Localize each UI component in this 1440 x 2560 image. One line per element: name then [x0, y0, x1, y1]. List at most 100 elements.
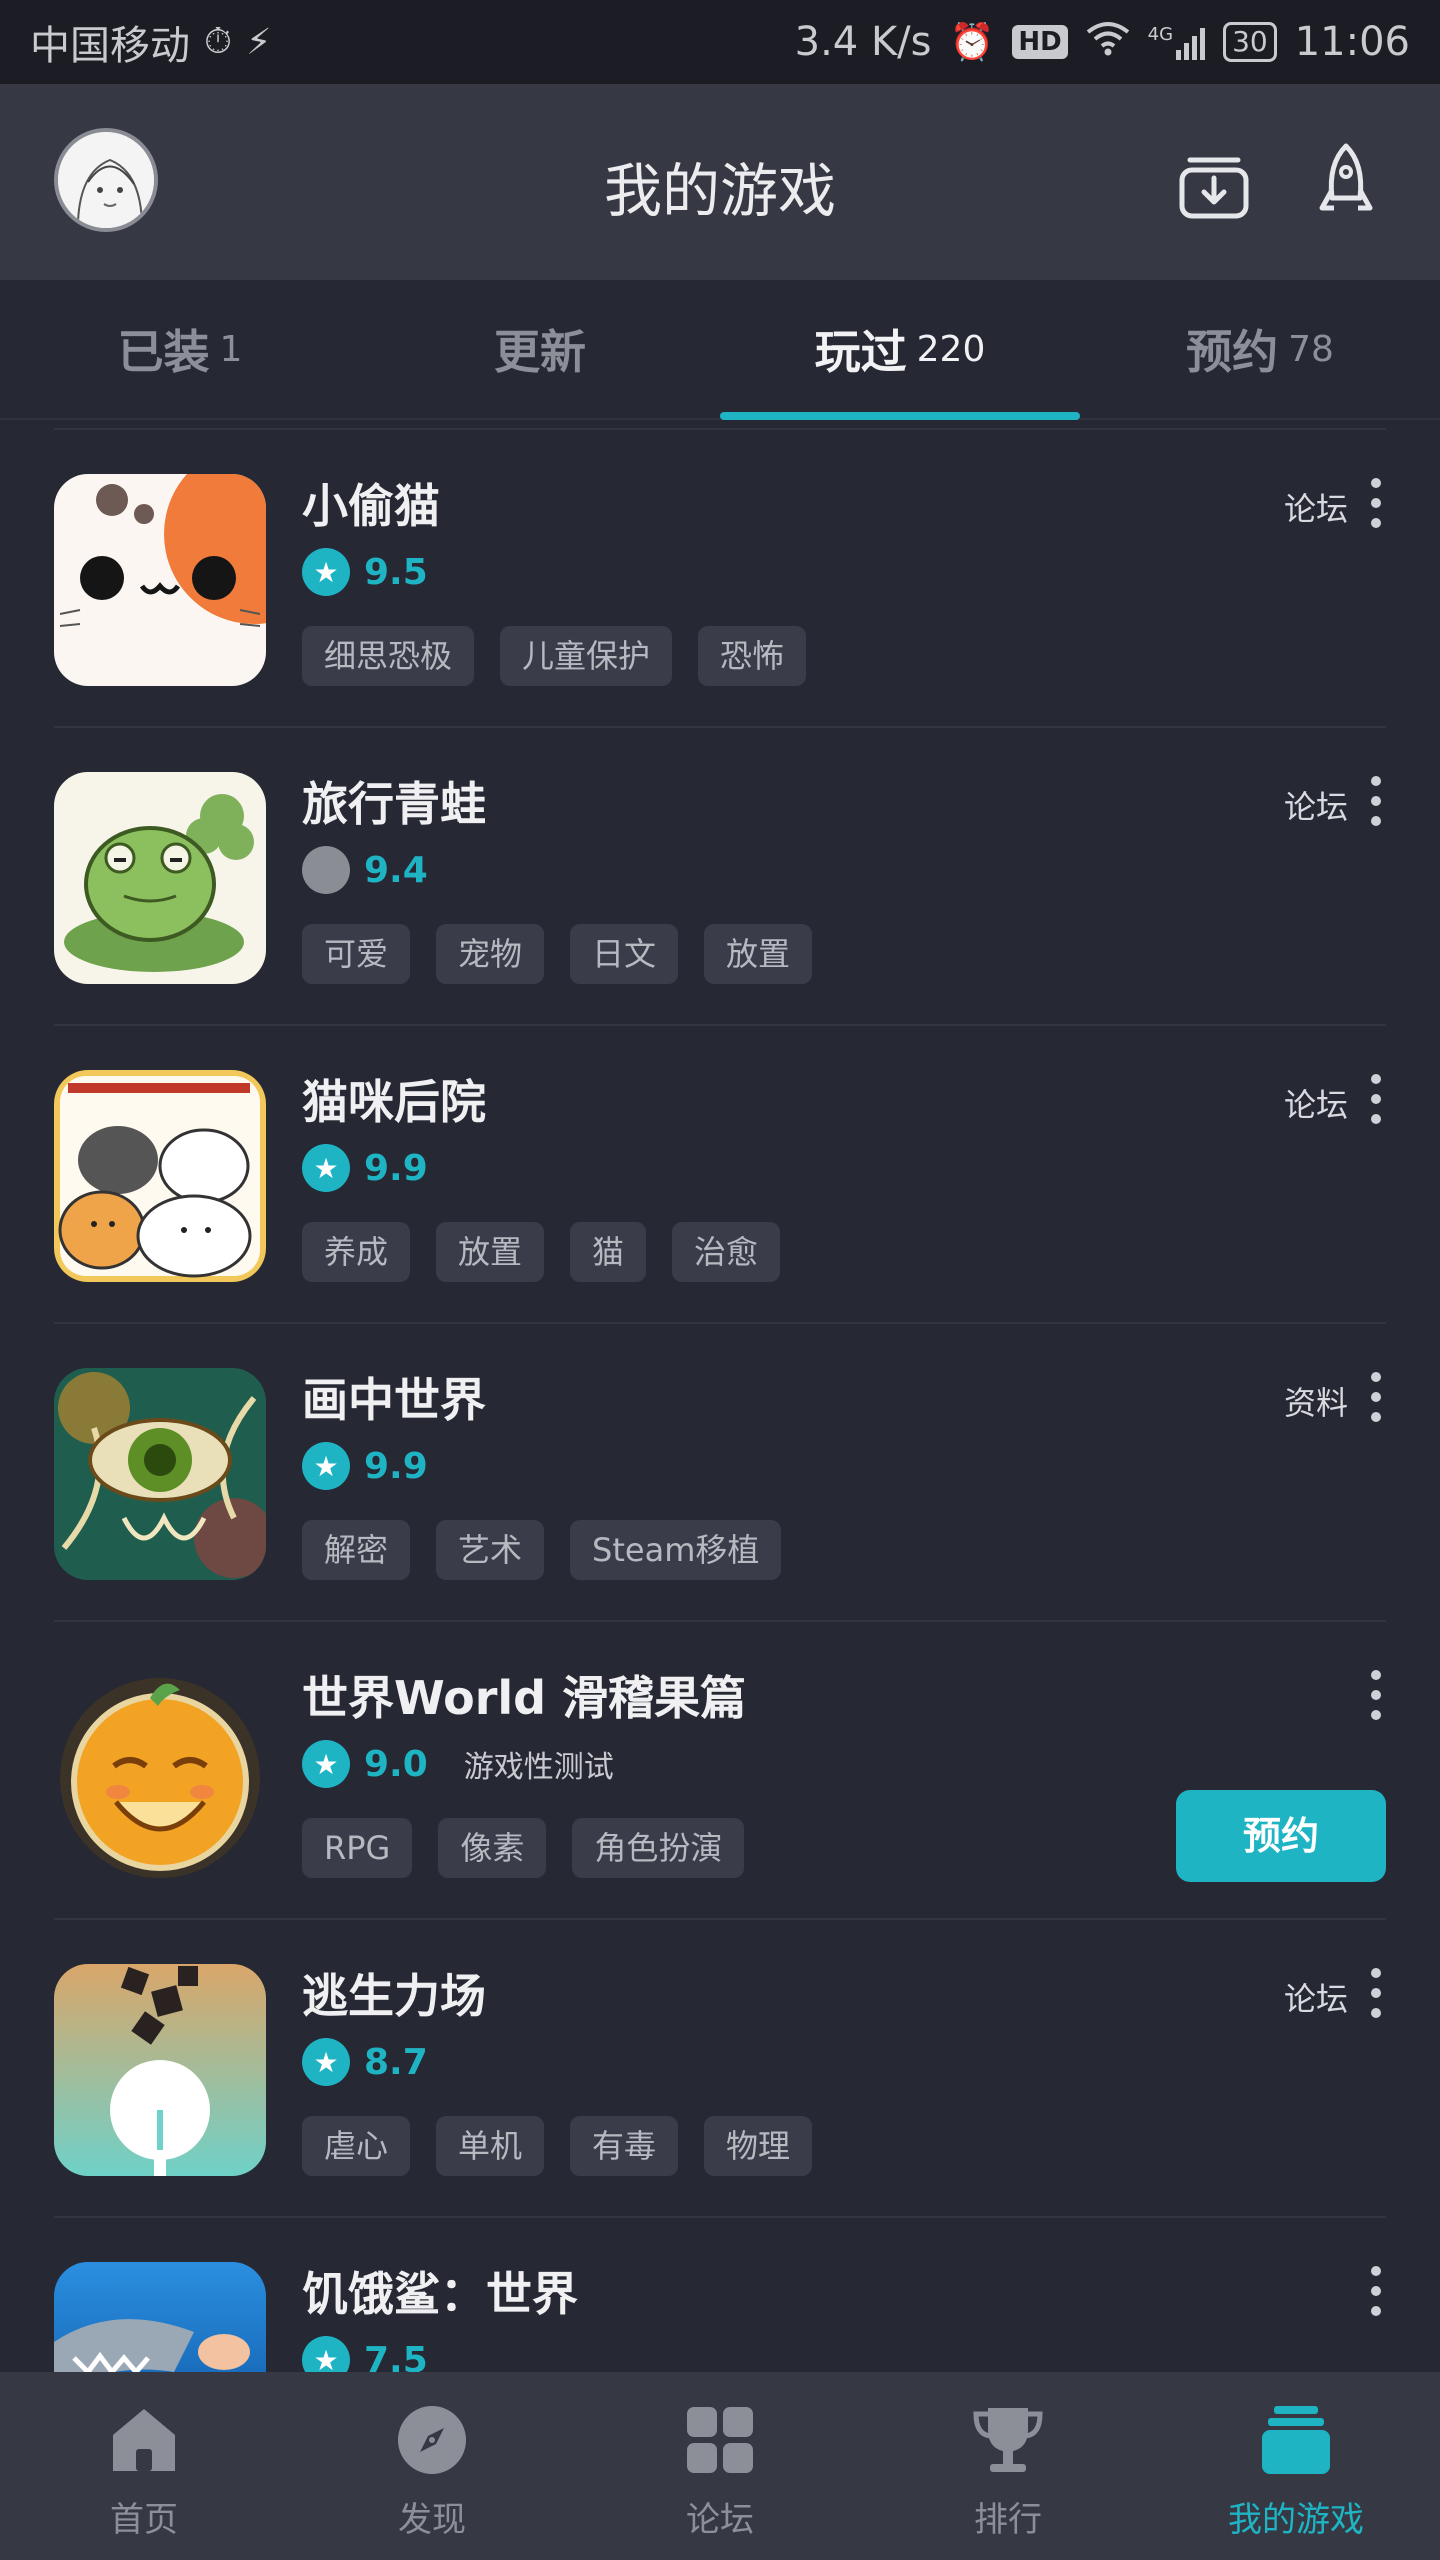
rocket-icon[interactable] — [1298, 136, 1394, 232]
star-icon: ★ — [302, 2336, 350, 2372]
reserve-button[interactable]: 预约 — [1176, 1790, 1386, 1882]
more-options-icon[interactable] — [1366, 1074, 1386, 1124]
more-options-icon[interactable] — [1366, 478, 1386, 528]
tag[interactable]: 养成 — [302, 1222, 411, 1282]
wiki-link[interactable]: 资料 — [1284, 1378, 1348, 1424]
tag[interactable]: 日文 — [570, 924, 679, 984]
tab-installed[interactable]: 已装 1 — [0, 280, 360, 418]
carrier-label: 中国移动 — [30, 23, 190, 69]
game-title[interactable]: 小偷猫 — [302, 470, 440, 536]
tag[interactable]: 宠物 — [436, 924, 545, 984]
tag[interactable]: 恐怖 — [698, 626, 807, 686]
game-rating: ★ 9.9 — [302, 1442, 428, 1490]
nav-home[interactable]: 首页 — [0, 2372, 288, 2560]
tag-list: 细思恐极 儿童保护 恐怖 — [302, 626, 807, 686]
tag[interactable]: 猫 — [570, 1222, 647, 1282]
tag[interactable]: 放置 — [704, 924, 813, 984]
star-icon: ★ — [302, 1740, 350, 1788]
battery-indicator: 30 — [1223, 22, 1277, 62]
tag[interactable]: 放置 — [436, 1222, 545, 1282]
tab-count: 78 — [1288, 328, 1334, 370]
tag-list: 可爱 宠物 日文 放置 — [302, 924, 813, 984]
nav-forum[interactable]: 论坛 — [576, 2372, 864, 2560]
forum-link[interactable]: 论坛 — [1284, 1080, 1348, 1126]
tag[interactable]: 细思恐极 — [302, 626, 475, 686]
tab-reserved[interactable]: 预约 78 — [1080, 280, 1440, 418]
nav-label: 论坛 — [686, 2500, 754, 2540]
cell-signal-icon: 4G — [1147, 24, 1206, 60]
list-item[interactable]: 画中世界 ★ 9.9 解密 艺术 Steam移植 资料 — [54, 1322, 1386, 1620]
list-item[interactable]: 旅行青蛙 9.4 可爱 宠物 日文 放置 论坛 — [54, 726, 1386, 1024]
signal-off-icon: ⚡ — [246, 21, 272, 63]
tag[interactable]: 角色扮演 — [572, 1818, 745, 1878]
tag[interactable]: 虐心 — [302, 2116, 411, 2176]
more-options-icon[interactable] — [1366, 776, 1386, 826]
game-title[interactable]: 猫咪后院 — [302, 1066, 486, 1132]
star-icon: ★ — [302, 2038, 350, 2086]
star-icon: ★ — [302, 1442, 350, 1490]
game-icon-travel-frog[interactable] — [54, 772, 266, 984]
test-status: 游戏性测试 — [463, 1750, 614, 1785]
tag[interactable]: 单机 — [436, 2116, 545, 2176]
tag[interactable]: 治愈 — [672, 1222, 781, 1282]
game-icon-gorogoa[interactable] — [54, 1368, 266, 1580]
tag[interactable]: 像素 — [438, 1818, 547, 1878]
tab-updates[interactable]: 更新 — [360, 280, 720, 418]
game-title[interactable]: 旅行青蛙 — [302, 768, 486, 834]
game-icon-escape-field[interactable] — [54, 1964, 266, 2176]
forum-link[interactable]: 论坛 — [1284, 1974, 1348, 2020]
tab-count: 1 — [219, 328, 243, 370]
tag[interactable]: Steam移植 — [570, 1520, 782, 1580]
list-item[interactable]: 饥饿鲨：世界 ★ 7.5 — [54, 2216, 1386, 2372]
game-score: 9.5 — [364, 551, 428, 593]
more-options-icon[interactable] — [1366, 2266, 1386, 2316]
list-item[interactable]: 小偷猫 ★ 9.5 细思恐极 儿童保护 恐怖 论坛 — [54, 428, 1386, 726]
more-options-icon[interactable] — [1366, 1968, 1386, 2018]
tag[interactable]: 可爱 — [302, 924, 411, 984]
network-speed: 3.4 K/s — [794, 19, 932, 65]
game-icon-thief-cat[interactable] — [54, 474, 266, 686]
nav-discover[interactable]: 发现 — [288, 2372, 576, 2560]
nav-label: 排行 — [974, 2500, 1042, 2540]
forum-link[interactable]: 论坛 — [1284, 484, 1348, 530]
more-options-icon[interactable] — [1366, 1670, 1386, 1720]
game-list[interactable]: 小偷猫 ★ 9.5 细思恐极 儿童保护 恐怖 论坛 旅行青蛙 9.4 可爱 宠物… — [0, 420, 1440, 2372]
network-type: 4G — [1147, 24, 1174, 45]
tag-list: 虐心 单机 有毒 物理 — [302, 2116, 813, 2176]
list-item[interactable]: 世界World 滑稽果篇 ★ 9.0 游戏性测试 RPG 像素 角色扮演 预约 — [54, 1620, 1386, 1918]
game-rating: ★ 9.5 — [302, 548, 428, 596]
nav-label: 我的游戏 — [1228, 2500, 1364, 2540]
tag[interactable]: 物理 — [704, 2116, 813, 2176]
game-title[interactable]: 世界World 滑稽果篇 — [302, 1662, 746, 1728]
list-item[interactable]: 猫咪后院 ★ 9.9 养成 放置 猫 治愈 论坛 — [54, 1024, 1386, 1322]
game-title[interactable]: 画中世界 — [302, 1364, 486, 1430]
game-rating: 9.4 — [302, 846, 428, 894]
game-score: 9.9 — [364, 1445, 428, 1487]
more-options-icon[interactable] — [1366, 1372, 1386, 1422]
tag[interactable]: 有毒 — [570, 2116, 679, 2176]
tag[interactable]: 儿童保护 — [500, 626, 673, 686]
game-icon-neko-atsume[interactable] — [54, 1070, 266, 1282]
game-title[interactable]: 饥饿鲨：世界 — [302, 2258, 578, 2324]
tag-list: 解密 艺术 Steam移植 — [302, 1520, 782, 1580]
clock: 11:06 — [1294, 19, 1410, 65]
tag[interactable]: 解密 — [302, 1520, 411, 1580]
game-icon-hungry-shark[interactable] — [54, 2262, 266, 2372]
nav-ranking[interactable]: 排行 — [864, 2372, 1152, 2560]
tab-played[interactable]: 玩过 220 — [720, 280, 1080, 420]
game-title[interactable]: 逃生力场 — [302, 1960, 486, 2026]
forum-link[interactable]: 论坛 — [1284, 782, 1348, 828]
game-rating: ★ 9.0 游戏性测试 — [302, 1740, 614, 1788]
game-score: 8.7 — [364, 2041, 428, 2083]
list-item[interactable]: 逃生力场 ★ 8.7 虐心 单机 有毒 物理 论坛 — [54, 1918, 1386, 2216]
compass-icon — [394, 2402, 470, 2478]
nav-my-games[interactable]: 我的游戏 — [1152, 2372, 1440, 2560]
tag[interactable]: RPG — [302, 1818, 413, 1878]
download-manager-icon[interactable] — [1166, 136, 1262, 232]
nav-label: 发现 — [398, 2500, 466, 2540]
star-icon: ★ — [302, 1144, 350, 1192]
stack-icon — [1258, 2402, 1334, 2478]
nav-label: 首页 — [110, 2500, 178, 2540]
tag[interactable]: 艺术 — [436, 1520, 545, 1580]
game-icon-world-funny-fruit[interactable] — [54, 1666, 266, 1878]
